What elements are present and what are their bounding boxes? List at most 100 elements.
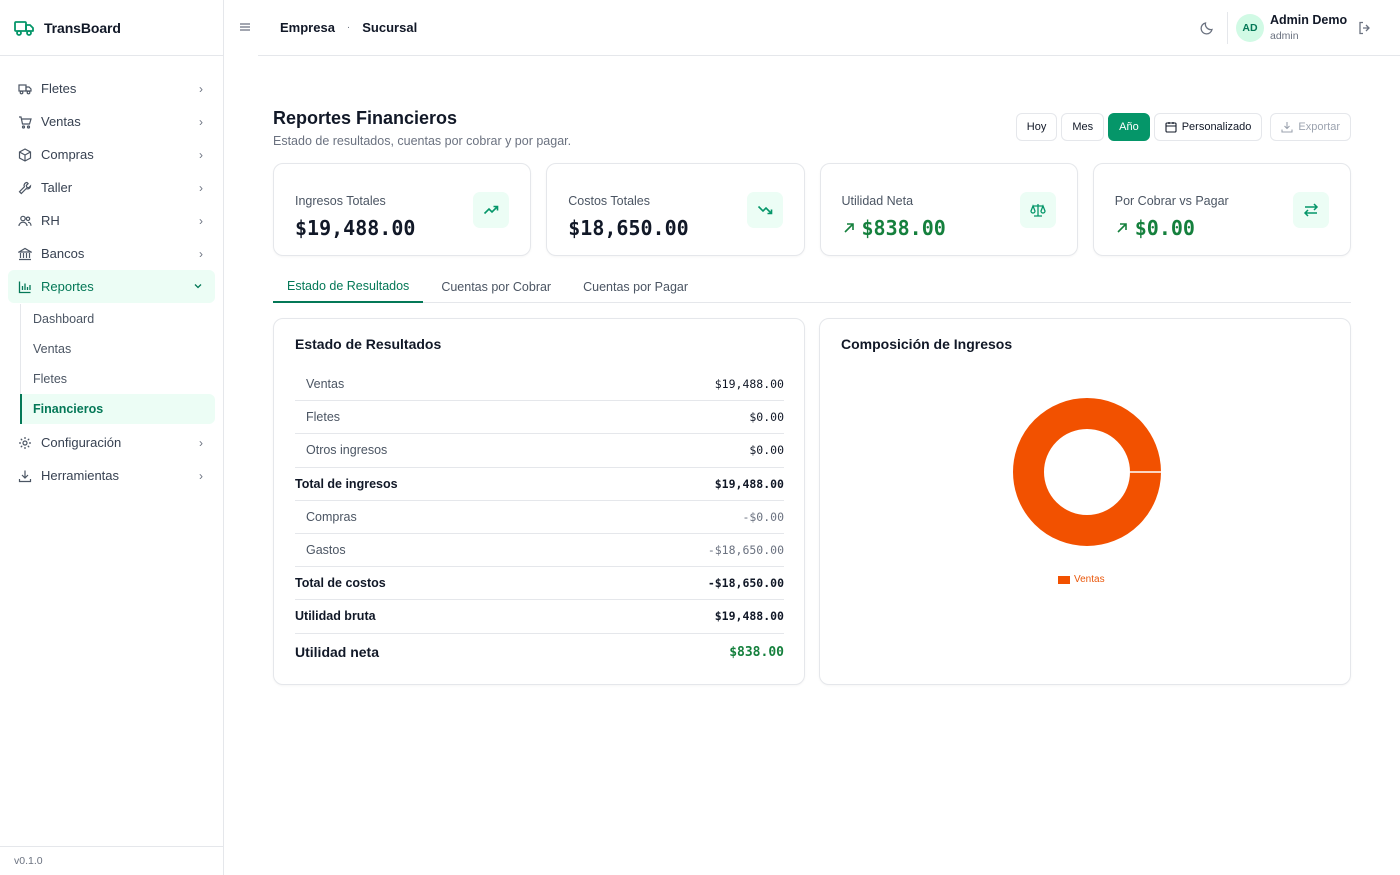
- custom-range-button[interactable]: Personalizado: [1153, 113, 1263, 141]
- row-value: -$18,650.00: [707, 543, 784, 558]
- kpi-cards: Ingresos Totales $19,488.00 Costos Total…: [273, 163, 1351, 256]
- arrow-up-right-icon: [1115, 221, 1129, 235]
- custom-range-label: Personalizado: [1181, 121, 1252, 133]
- download-icon: [18, 469, 32, 483]
- sidebar: TransBoard Fletes › Ventas › Compras › T…: [0, 0, 224, 875]
- income-composition-panel: Composición de Ingresos Ventas: [819, 318, 1351, 685]
- row-value: $0.00: [749, 410, 784, 425]
- sidebar-item-compras[interactable]: Compras ›: [8, 138, 215, 171]
- subnav-item-dashboard[interactable]: Dashboard: [21, 304, 215, 334]
- chart-legend[interactable]: Ventas: [1058, 574, 1105, 585]
- sidebar-item-label: Fletes: [41, 81, 77, 96]
- sidebar-item-fletes[interactable]: Fletes ›: [8, 72, 215, 105]
- kpi-value: $18,650.00: [568, 216, 689, 240]
- truck-logo-icon: [14, 19, 36, 37]
- table-row: Fletes $0.00: [295, 401, 784, 435]
- breadcrumb-sucursal[interactable]: Sucursal: [362, 20, 417, 35]
- row-label: Utilidad bruta: [295, 609, 376, 624]
- export-button[interactable]: Exportar: [1270, 113, 1351, 141]
- users-icon: [18, 214, 32, 228]
- legend-swatch: [1058, 575, 1070, 584]
- chevron-right-icon: ›: [199, 246, 203, 261]
- reportes-subnav: Dashboard Ventas Fletes Financieros: [20, 304, 223, 424]
- row-label: Utilidad neta: [295, 644, 380, 660]
- menu-icon[interactable]: [238, 20, 252, 34]
- kpi-card-cobrar-pagar: Por Cobrar vs Pagar $0.00: [1092, 163, 1351, 256]
- range-mes-button[interactable]: Mes: [1061, 113, 1105, 141]
- avatar[interactable]: AD: [1236, 14, 1264, 42]
- range-hoy-button[interactable]: Hoy: [1015, 113, 1058, 141]
- sidebar-item-label: Reportes: [41, 279, 94, 294]
- row-value: -$0.00: [742, 509, 784, 524]
- breadcrumb: Empresa · Sucursal: [280, 20, 417, 35]
- sidebar-item-reportes[interactable]: Reportes: [8, 270, 215, 303]
- kpi-value-wrap: $838.00: [842, 216, 946, 240]
- arrows-exchange-icon: [1293, 192, 1329, 228]
- panel-title: Composición de Ingresos: [841, 336, 1013, 352]
- chevron-right-icon: ›: [199, 114, 203, 129]
- sidebar-item-rh[interactable]: RH ›: [8, 204, 215, 237]
- table-row-total: Utilidad bruta $19,488.00: [295, 600, 784, 634]
- tab-estado-resultados[interactable]: Estado de Resultados: [273, 271, 424, 303]
- table-row: Gastos -$18,650.00: [295, 534, 784, 568]
- row-value: $838.00: [729, 644, 784, 660]
- income-statement-table: Ventas $19,488.00 Fletes $0.00 Otros ing…: [295, 368, 784, 671]
- logout-icon[interactable]: [1357, 20, 1373, 36]
- sidebar-item-label: Bancos: [41, 246, 85, 261]
- calendar-icon: [1165, 121, 1177, 133]
- report-tabs: Estado de Resultados Cuentas por Cobrar …: [273, 271, 1351, 303]
- legend-label: Ventas: [1074, 574, 1105, 585]
- sidebar-item-label: Herramientas: [41, 468, 120, 483]
- row-label: Compras: [306, 509, 357, 524]
- truck-icon: [18, 82, 32, 96]
- tab-cuentas-cobrar[interactable]: Cuentas por Cobrar: [427, 271, 565, 303]
- sidebar-item-taller[interactable]: Taller ›: [8, 171, 215, 204]
- income-statement-panel: Estado de Resultados Ventas $19,488.00 F…: [273, 318, 805, 685]
- kpi-value: $0.00: [1134, 216, 1195, 240]
- tab-cuentas-pagar[interactable]: Cuentas por Pagar: [569, 271, 702, 303]
- topbar: Empresa · Sucursal AD Admin Demo admin: [224, 0, 1400, 56]
- breadcrumb-separator: ·: [346, 22, 351, 33]
- chevron-down-icon: [193, 280, 203, 294]
- chevron-right-icon: ›: [199, 147, 203, 162]
- gear-icon: [18, 436, 32, 450]
- moon-icon[interactable]: [1199, 20, 1215, 36]
- row-value: $19,488.00: [714, 476, 784, 491]
- brand[interactable]: TransBoard: [0, 0, 223, 56]
- donut-chart-svg: [1013, 398, 1162, 546]
- donut-slice-ventas[interactable]: [1013, 398, 1161, 546]
- export-label: Exportar: [1298, 121, 1340, 133]
- chevron-right-icon: ›: [199, 213, 203, 228]
- row-label: Total de ingresos: [295, 476, 398, 491]
- table-row: Otros ingresos $0.00: [295, 434, 784, 468]
- trending-up-icon: [473, 192, 510, 228]
- row-label: Otros ingresos: [306, 443, 388, 458]
- package-icon: [18, 147, 32, 162]
- kpi-card-costos: Costos Totales $18,650.00: [546, 163, 805, 256]
- user-name: Admin Demo: [1270, 13, 1348, 27]
- sidebar-item-bancos[interactable]: Bancos ›: [8, 237, 215, 270]
- subnav-item-ventas[interactable]: Ventas: [21, 334, 215, 364]
- subnav-item-fletes[interactable]: Fletes: [21, 364, 215, 394]
- sidebar-item-configuracion[interactable]: Configuración ›: [8, 426, 215, 459]
- breadcrumb-empresa[interactable]: Empresa: [280, 20, 335, 35]
- wrench-icon: [18, 181, 32, 195]
- range-ano-button[interactable]: Año: [1108, 113, 1150, 141]
- row-value: $19,488.00: [714, 609, 784, 624]
- row-label: Fletes: [306, 410, 341, 425]
- row-value: $19,488.00: [714, 377, 784, 392]
- kpi-label: Costos Totales: [568, 194, 651, 208]
- arrow-up-right-icon: [842, 221, 856, 235]
- sidebar-item-herramientas[interactable]: Herramientas ›: [8, 459, 215, 492]
- user-role: admin: [1270, 30, 1299, 42]
- sidebar-nav: Fletes › Ventas › Compras › Taller › RH …: [0, 56, 223, 492]
- row-label: Ventas: [306, 377, 345, 392]
- sidebar-item-ventas[interactable]: Ventas ›: [8, 105, 215, 138]
- page-subtitle: Estado de resultados, cuentas por cobrar…: [273, 134, 572, 148]
- chevron-right-icon: ›: [199, 435, 203, 450]
- kpi-card-utilidad: Utilidad Neta $838.00: [819, 163, 1078, 256]
- row-label: Gastos: [306, 543, 346, 558]
- row-value: $0.00: [749, 443, 784, 458]
- subnav-item-financieros[interactable]: Financieros: [20, 394, 215, 424]
- chevron-right-icon: ›: [199, 180, 203, 195]
